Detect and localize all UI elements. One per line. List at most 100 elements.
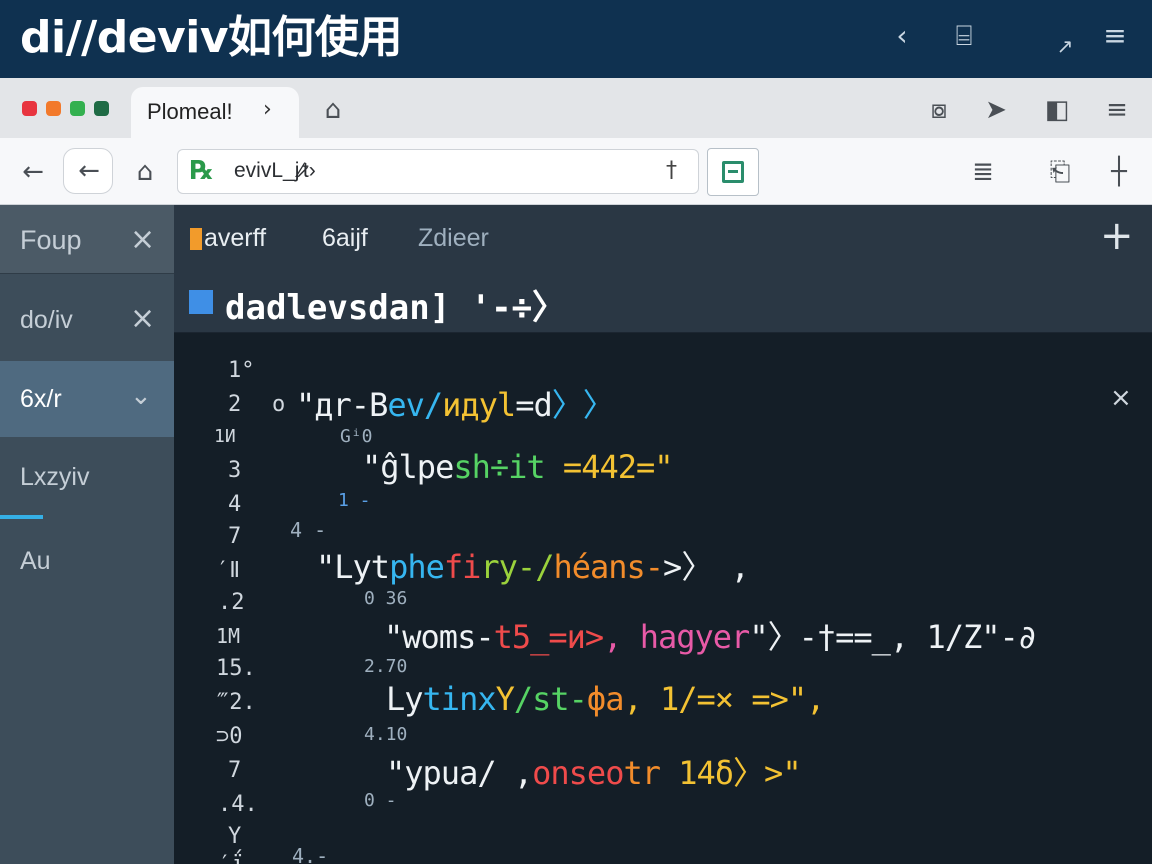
new-tab-icon[interactable]: ⌂ xyxy=(318,96,348,124)
tab-close-icon[interactable]: › xyxy=(263,97,272,122)
code-token: 〉〉 xyxy=(551,386,615,424)
split-window-icon[interactable]: ⌸ xyxy=(946,20,982,52)
line-number: 7 xyxy=(228,524,242,549)
code-token: ry-/ xyxy=(480,548,554,586)
new-tab-plus-icon[interactable]: + xyxy=(1100,216,1134,256)
file-type-icon xyxy=(190,228,202,250)
sidebar-item-foup[interactable]: Foup × xyxy=(0,205,174,273)
send-icon[interactable]: ➤ xyxy=(981,96,1011,124)
filter-icon[interactable]: ≣ xyxy=(968,158,998,186)
code-token: phe xyxy=(389,548,445,586)
code-token: идyl xyxy=(442,386,516,424)
code-token: fi xyxy=(443,548,482,586)
file-icon xyxy=(189,290,213,314)
code-token: 14δ〉>" xyxy=(659,754,801,792)
home-icon[interactable]: ⌂ xyxy=(130,158,160,186)
editor-tab-bar xyxy=(174,205,1152,271)
code-token: "woms- xyxy=(384,618,495,656)
tab-6aijf[interactable]: 6aijf xyxy=(322,224,368,253)
line-number: .4. xyxy=(218,792,258,817)
sidebar-item-label: Lxzyiv xyxy=(20,463,90,491)
code-token: héans- xyxy=(553,548,664,586)
line-number: 4 xyxy=(228,492,242,517)
sidebar-item-label: do/iv xyxy=(20,306,73,334)
arrow-left-icon: ← xyxy=(78,156,100,186)
banner-title: di/∕deviv如何使用 xyxy=(20,12,403,63)
code-line: "дr-Bev/идyl=d〉〉 xyxy=(296,380,615,426)
code-token: Ly xyxy=(386,680,424,718)
line-number: 1М xyxy=(216,624,241,648)
code-token: ∕st- xyxy=(513,680,588,718)
back-arrow-icon[interactable]: ← xyxy=(18,158,48,186)
sidebar-item-lxzyiv[interactable]: Lxzyiv xyxy=(0,437,174,517)
code-line: "woms-t5_=и>, hagyer"〉-†==_, 1∕Z"-∂ xyxy=(384,612,1037,658)
back-chevron-icon[interactable]: ‹ xyxy=(884,20,920,52)
extra-window-dot[interactable] xyxy=(94,101,109,116)
hamburger-icon[interactable]: ≡ xyxy=(1102,96,1132,124)
code-token: "〉-†==_, 1∕Z"-∂ xyxy=(749,618,1037,656)
expand-icon[interactable]: ↗ xyxy=(1052,30,1078,62)
code-token: onseo xyxy=(532,754,624,792)
share-icon[interactable]: ⎗ xyxy=(1044,158,1076,186)
inline-hint: 2.70 xyxy=(364,656,408,677)
code-token: , hagyer xyxy=(603,618,750,656)
breadcrumb: dadlevsdan] '-÷〉 xyxy=(225,288,567,328)
code-token: "ĝlpe xyxy=(362,448,454,486)
close-window-dot[interactable] xyxy=(22,101,37,116)
sidebar-icon[interactable]: ◧ xyxy=(1042,96,1072,124)
code-line: "ĝlpesh÷it =442=" xyxy=(362,448,674,486)
screenshot-icon[interactable]: ⧇ xyxy=(924,96,954,124)
tab-averff[interactable]: averff xyxy=(204,224,266,253)
sidebar-item-label: 6x/r xyxy=(20,385,62,413)
site-logo-icon: ℞ xyxy=(190,156,214,186)
inline-hint: o xyxy=(272,392,286,417)
code-token: фa xyxy=(586,680,625,718)
inline-hint: 1 - xyxy=(338,490,371,511)
pin-icon[interactable]: † xyxy=(666,158,677,183)
line-number: ‴2. xyxy=(216,690,256,715)
inline-hint: 4.- xyxy=(292,844,329,864)
code-token: sh÷it xyxy=(453,448,545,486)
extension-icon xyxy=(722,161,744,183)
tab-zdieer[interactable]: Zdieer xyxy=(418,224,489,253)
address-bar[interactable]: ℞ evivL_j∕̷t› † xyxy=(177,149,699,194)
sidebar-item-label: Foup xyxy=(20,225,82,255)
sidebar-item-doiv[interactable]: do/iv × xyxy=(0,273,174,361)
line-number: ′ΐ xyxy=(218,852,245,864)
code-line: "ypua∕ ,onseotr 14δ〉>" xyxy=(386,748,802,794)
code-token: =d xyxy=(515,386,553,424)
inline-hint: Gⁱ0 xyxy=(340,426,373,447)
code-token: tinx xyxy=(422,680,497,718)
tab-label: Plomeal! xyxy=(147,99,233,124)
close-icon[interactable]: × xyxy=(130,304,155,334)
code-token: t5_=и> xyxy=(493,618,605,656)
inline-hint: 4.10 xyxy=(364,724,408,745)
line-number: Y xyxy=(228,824,242,849)
close-panel-icon[interactable]: × xyxy=(1110,383,1132,413)
sidebar-item-6xr[interactable]: 6x/r ⌄ xyxy=(0,361,174,437)
chevron-down-icon[interactable]: ⌄ xyxy=(130,381,152,411)
browser-tab[interactable]: Plomeal! › xyxy=(131,87,299,139)
code-token: =442=" xyxy=(544,448,674,486)
line-number: 2 xyxy=(228,392,242,417)
menu-icon[interactable]: ≡ xyxy=(1100,20,1130,52)
sidebar-item-au[interactable]: Au xyxy=(0,519,174,864)
line-number: ′Ⅱ xyxy=(216,558,241,583)
forward-button[interactable]: ← xyxy=(63,148,113,194)
code-token: "Lyt xyxy=(316,548,390,586)
url-text: evivL_j∕̷t› xyxy=(234,159,316,182)
add-icon[interactable]: ┼ xyxy=(1104,158,1134,186)
line-number: 1И xyxy=(214,426,236,447)
code-token: tr xyxy=(623,754,661,792)
line-number: 15. xyxy=(216,656,256,681)
line-number: 7 xyxy=(228,758,242,783)
close-icon[interactable]: × xyxy=(130,225,155,255)
maximize-window-dot[interactable] xyxy=(70,101,85,116)
line-number: 1° xyxy=(228,358,255,383)
extension-button[interactable] xyxy=(707,148,759,196)
code-token: "дr-B xyxy=(296,386,388,424)
minimize-window-dot[interactable] xyxy=(46,101,61,116)
code-line: LytinxY∕st-фa, 1∕=× =>", xyxy=(386,680,825,718)
sidebar-item-label: Au xyxy=(20,547,51,575)
code-token: "ypua∕ , xyxy=(386,754,533,792)
